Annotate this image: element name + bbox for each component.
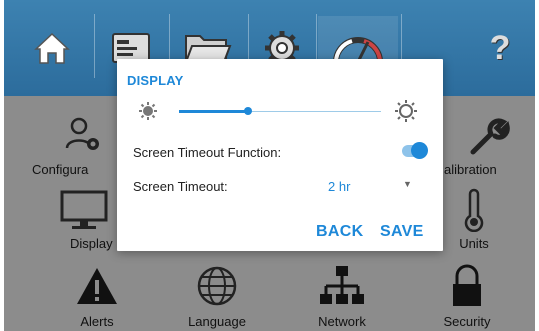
brightness-high-icon — [395, 100, 417, 122]
lock-icon — [453, 264, 481, 306]
back-button[interactable]: BACK — [316, 223, 363, 241]
tab-help[interactable]: ? — [474, 16, 526, 80]
monitor-icon — [60, 190, 108, 229]
wrench-icon — [470, 118, 510, 155]
brightness-low-icon — [139, 102, 157, 120]
grid-item-label: alibration — [444, 162, 497, 177]
grid-item-network[interactable]: Network — [287, 262, 397, 329]
grid-item-calibration[interactable]: alibration — [444, 112, 534, 177]
tab-home[interactable] — [18, 16, 86, 80]
grid-item-label: Security — [443, 314, 491, 329]
grid-item-label: Language — [188, 314, 246, 329]
grid-item-label: Network — [318, 314, 366, 329]
grid-item-alerts[interactable]: Alerts — [42, 262, 152, 329]
toggle-knob — [411, 142, 428, 159]
screen-timeout-select[interactable]: 2 hr — [328, 179, 350, 194]
grid-item-label: Units — [459, 236, 489, 251]
brightness-slider-thumb[interactable] — [243, 107, 252, 115]
screen-timeout-function-label: Screen Timeout Function: — [133, 145, 282, 160]
display-dialog: DISPLAY Screen Timeout Function: Screen … — [117, 59, 443, 251]
grid-item-units[interactable]: Units — [434, 186, 514, 251]
help-icon: ? — [489, 28, 511, 67]
grid-item-security[interactable]: Security — [412, 262, 522, 329]
alert-icon — [77, 268, 117, 304]
screen-timeout-toggle[interactable] — [402, 142, 428, 159]
home-icon — [34, 32, 70, 64]
grid-item-display[interactable]: Display — [44, 186, 124, 251]
dialog-title: DISPLAY — [127, 73, 184, 88]
grid-item-label: Alerts — [80, 314, 114, 329]
chevron-down-icon[interactable]: ▼ — [403, 179, 412, 189]
grid-item-language[interactable]: Language — [162, 262, 272, 329]
users-gear-icon — [65, 117, 99, 150]
grid-item-label: Display — [70, 236, 113, 251]
brightness-slider-fill — [179, 110, 248, 113]
network-icon — [320, 266, 364, 304]
globe-icon — [197, 266, 237, 306]
save-button[interactable]: SAVE — [380, 223, 424, 241]
screen-timeout-label: Screen Timeout: — [133, 179, 228, 194]
thermometer-icon — [464, 188, 484, 232]
